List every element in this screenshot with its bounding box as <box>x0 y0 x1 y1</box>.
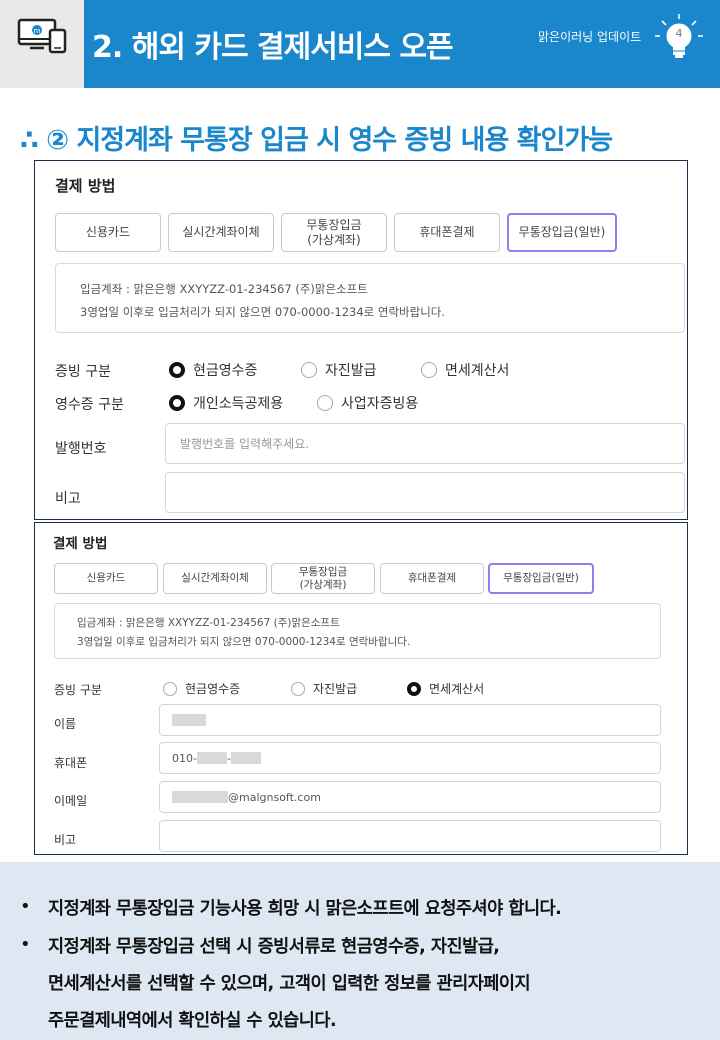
page-number: 4 <box>675 27 683 40</box>
payment-panel-2: 결제 방법 신용카드 실시간계좌이체 무통장입금 (가상계좌) 휴대폰결제 무통… <box>34 522 688 855</box>
deposit-notice-line: 3영업일 이후로 입금처리가 되지 않으면 070-0000-1234로 연락바… <box>80 305 446 319</box>
masked-name <box>172 714 206 726</box>
radio-self-issue[interactable]: 자진발급 <box>301 360 377 380</box>
note-line-2: 지정계좌 무통장입금 선택 시 증빙서류로 현금영수증, 자진발급, <box>48 937 500 957</box>
radio-tax-invoice[interactable]: 면세계산서 <box>421 360 509 380</box>
tab-virtual-account[interactable]: 무통장입금 (가상계좌) <box>281 213 387 252</box>
tab-bank-deposit[interactable]: 무통장입금(일반) <box>507 213 617 252</box>
svg-text:m: m <box>34 27 41 35</box>
radio-tax-invoice[interactable]: 면세계산서 <box>407 680 484 697</box>
phone-label: 휴대폰 <box>54 756 88 770</box>
tab-mobile-payment[interactable]: 휴대폰결제 <box>394 213 500 252</box>
name-label: 이름 <box>54 717 77 731</box>
note-label: 비고 <box>55 491 81 507</box>
cash-receipt-type-label: 영수증 구분 <box>55 397 124 413</box>
deposit-account-line: 입금계좌 : 맑은은행 XXYYZZ-01-234567 (주)맑은소프트 <box>80 282 368 296</box>
note-line-1: 지정계좌 무통장입금 기능사용 희망 시 맑은소프트에 요청주셔야 합니다. <box>48 899 562 919</box>
tab-mobile-payment[interactable]: 휴대폰결제 <box>380 563 484 594</box>
header-subtitle: 맑은이러닝 업데이트 <box>538 30 642 44</box>
deposit-notice-line: 3영업일 이후로 입금처리가 되지 않으면 070-0000-1234로 연락바… <box>77 636 411 648</box>
email-input[interactable]: @malgnsoft.com <box>159 781 661 813</box>
tab-realtime-transfer[interactable]: 실시간계좌이체 <box>168 213 274 252</box>
deposit-info-box: 입금계좌 : 맑은은행 XXYYZZ-01-234567 (주)맑은소프트 3영… <box>54 603 661 659</box>
payment-panel-1: 결제 방법 신용카드 실시간계좌이체 무통장입금 (가상계좌) 휴대폰결제 무통… <box>34 160 688 520</box>
radio-business-proof[interactable]: 사업자증빙용 <box>317 393 418 413</box>
radio-cash-receipt[interactable]: 현금영수증 <box>169 360 257 380</box>
page-title: 2. 해외 카드 결제서비스 오픈 <box>92 30 454 65</box>
lightbulb-icon: 4 <box>652 12 706 72</box>
name-input[interactable] <box>159 704 661 736</box>
radio-self-issue[interactable]: 자진발급 <box>291 680 357 697</box>
note-input[interactable] <box>159 820 661 852</box>
note-input[interactable] <box>165 472 685 513</box>
deposit-account-line: 입금계좌 : 맑은은행 XXYYZZ-01-234567 (주)맑은소프트 <box>77 617 340 629</box>
tab-realtime-transfer[interactable]: 실시간계좌이체 <box>163 563 267 594</box>
note-line-3: 면세계산서를 선택할 수 있으며, 고객이 입력한 정보를 관리자페이지 <box>48 974 531 994</box>
tab-credit-card[interactable]: 신용카드 <box>55 213 161 252</box>
section-title: ∴ ② 지정계좌 무통장 입금 시 영수 증빙 내용 확인가능 <box>20 125 613 156</box>
note-line-4: 주문결제내역에서 확인하실 수 있습니다. <box>48 1011 337 1031</box>
issue-number-label: 발행번호 <box>55 441 107 457</box>
masked-email-id <box>172 791 228 803</box>
radio-cash-receipt[interactable]: 현금영수증 <box>163 680 240 697</box>
panel-title: 결제 방법 <box>55 177 116 195</box>
bullet: • <box>20 934 31 955</box>
phone-input[interactable]: 010- - <box>159 742 661 774</box>
tab-credit-card[interactable]: 신용카드 <box>54 563 158 594</box>
receipt-type-label: 증빙 구분 <box>54 683 102 697</box>
radio-personal-deduction[interactable]: 개인소득공제용 <box>169 393 283 413</box>
notes-section: • 지정계좌 무통장입금 기능사용 희망 시 맑은소프트에 요청주셔야 합니다.… <box>0 862 720 1040</box>
devices-icon: m <box>17 18 67 54</box>
masked-phone-end <box>230 752 261 764</box>
issue-number-input[interactable]: 발행번호를 입력해주세요. <box>165 423 685 464</box>
tab-bank-deposit[interactable]: 무통장입금(일반) <box>488 563 594 594</box>
masked-phone-mid <box>196 752 227 764</box>
header-icon-box: m <box>0 0 84 88</box>
receipt-type-label: 증빙 구분 <box>55 364 111 380</box>
email-label: 이메일 <box>54 794 88 808</box>
note-label: 비고 <box>54 833 77 847</box>
tab-virtual-account[interactable]: 무통장입금 (가상계좌) <box>271 563 375 594</box>
panel-title: 결제 방법 <box>53 536 108 552</box>
header-bar: m 2. 해외 카드 결제서비스 오픈 맑은이러닝 업데이트 4 <box>0 0 720 88</box>
bullet: • <box>20 896 31 917</box>
deposit-info-box: 입금계좌 : 맑은은행 XXYYZZ-01-234567 (주)맑은소프트 3영… <box>55 263 685 333</box>
